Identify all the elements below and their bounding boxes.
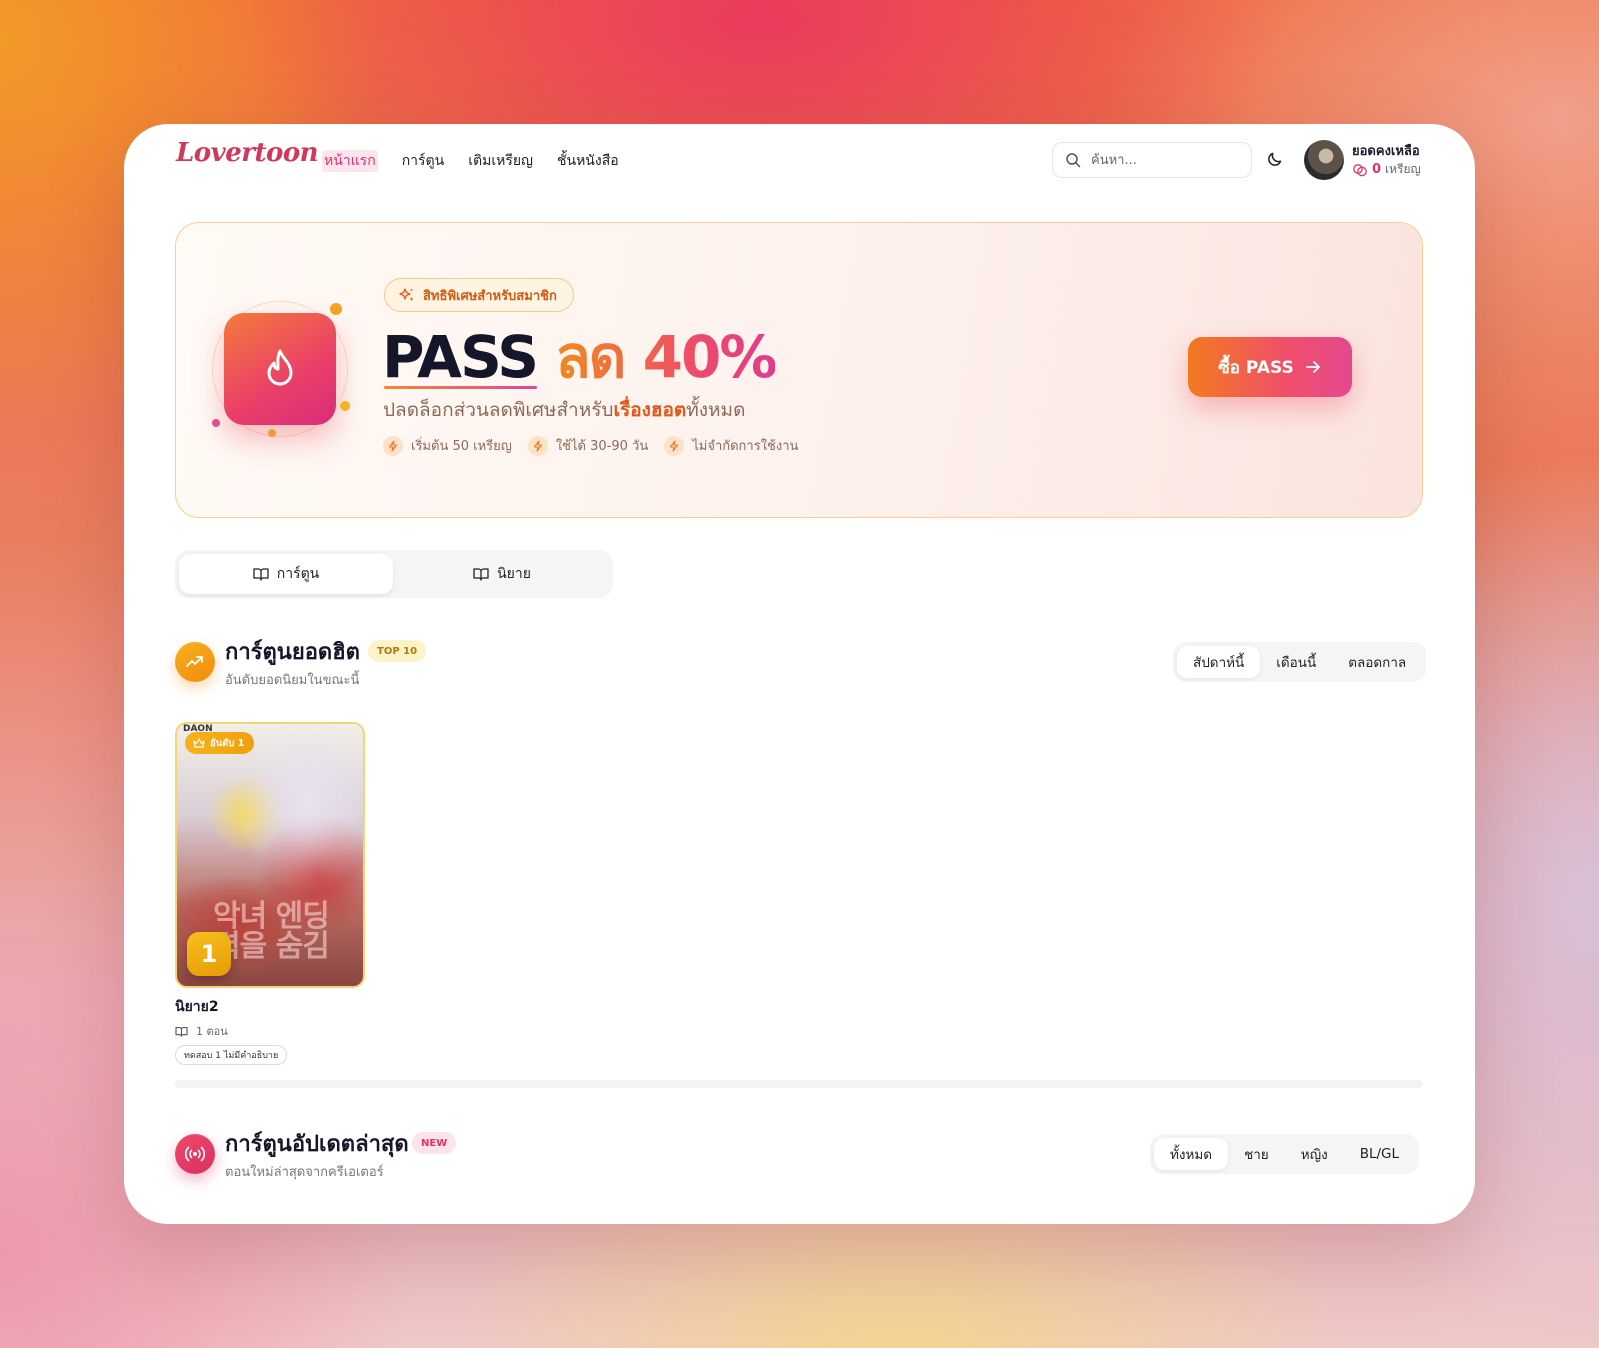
filter-month[interactable]: เดือนนี้ [1260, 646, 1332, 678]
promo-features: เริ่มต้น 50 เหรียญ ใช้ได้ 30-90 วัน ไม่จ… [383, 435, 798, 456]
bolt-icon [383, 435, 403, 456]
feature-label: เริ่มต้น 50 เหรียญ [411, 439, 512, 454]
card-tag[interactable]: ทดสอบ 1 ไม่มีคำอธิบาย [175, 1045, 288, 1065]
subline-highlight: เรื่องฮอต [613, 399, 687, 421]
bolt-icon [664, 435, 685, 456]
comic-card-cover[interactable]: DAON อันดับ 1 악녀 엔딩 력을 숨김 1 [175, 722, 365, 988]
sparkles-icon [399, 288, 414, 301]
latest-section-title: การ์ตูนอัปเดตล่าสุด [225, 1132, 409, 1157]
search-input[interactable] [1091, 152, 1231, 168]
search-box[interactable] [1052, 142, 1252, 178]
arrow-right-icon [1305, 361, 1320, 373]
pass-promo-banner: สิทธิพิเศษสำหรับสมาชิก PASS ลด 40% ปลดล็… [175, 222, 1423, 518]
search-icon [1066, 153, 1081, 168]
member-privilege-label: สิทธิพิเศษสำหรับสมาชิก [423, 288, 557, 304]
feature-item: ไม่จำกัดการใช้งาน [664, 435, 798, 456]
decor-dot [330, 303, 342, 315]
logo-text: Lovertoon [176, 138, 319, 168]
flame-icon [267, 349, 293, 386]
trending-up-icon [186, 656, 203, 667]
broadcast-icon [184, 1146, 206, 1162]
period-filter: สัปดาห์นี้ เดือนนี้ ตลอดกาล [1173, 642, 1427, 682]
nav-topup[interactable]: เติมเหรียญ [468, 150, 533, 172]
episode-count: 1 ตอน [196, 1025, 228, 1038]
filter-male[interactable]: ชาย [1228, 1138, 1285, 1170]
book-open-icon [473, 568, 489, 581]
filter-week[interactable]: สัปดาห์นี้ [1177, 646, 1261, 678]
rank-number: 1 [187, 932, 231, 976]
trending-badge [175, 642, 215, 682]
section-divider [175, 1080, 1423, 1088]
top-section-subtitle: อันดับยอดนิยมในขณะนี้ [225, 673, 360, 688]
top-header: Lovertoon หน้าแรก การ์ตูน เติมเหรียญ ชั้… [124, 124, 1475, 198]
subline-suffix: ทั้งหมด [686, 399, 746, 421]
headline-discount: ลด 40% [555, 323, 777, 391]
moon-icon[interactable] [1266, 150, 1284, 168]
crown-icon [193, 737, 205, 748]
coins-icon [1353, 163, 1367, 176]
filter-blgl[interactable]: BL/GL [1344, 1138, 1415, 1170]
new-badge: NEW [412, 1132, 457, 1154]
feature-item: ใช้ได้ 30-90 วัน [527, 435, 649, 456]
filter-alltime[interactable]: ตลอดกาล [1332, 646, 1422, 678]
subline-prefix: ปลดล็อกส่วนลดพิเศษสำหรับ [383, 399, 614, 421]
top-section-title: การ์ตูนยอดฮิต [225, 640, 360, 665]
promo-headline: PASS ลด 40% [382, 321, 777, 393]
coin-unit: เหรียญ [1385, 162, 1421, 176]
app-window: Lovertoon หน้าแรก การ์ตูน เติมเหรียญ ชั้… [124, 124, 1475, 1224]
rank-pill: อันดับ 1 [185, 732, 255, 754]
headline-pass: PASS [382, 323, 539, 391]
nav-comics[interactable]: การ์ตูน [402, 150, 445, 172]
feature-item: เริ่มต้น 50 เหรียญ [383, 435, 512, 456]
content-type-tabs: การ์ตูน นิยาย [175, 550, 613, 598]
filter-all[interactable]: ทั้งหมด [1154, 1138, 1229, 1170]
tab-novels-label: นิยาย [497, 566, 531, 582]
book-open-icon [253, 568, 269, 581]
rank-pill-label: อันดับ 1 [210, 737, 245, 749]
latest-section-subtitle: ตอนใหม่ล่าสุดจากครีเอเตอร์ [225, 1165, 384, 1180]
tab-comics-label: การ์ตูน [276, 566, 320, 582]
bolt-icon [527, 435, 548, 456]
feature-label: ใช้ได้ 30-90 วัน [555, 439, 649, 454]
book-open-icon [175, 1026, 188, 1037]
main-nav: หน้าแรก การ์ตูน เติมเหรียญ ชั้นหนังสือ [322, 150, 619, 172]
avatar[interactable] [1304, 140, 1344, 180]
filter-female[interactable]: หญิง [1285, 1138, 1344, 1170]
buy-pass-button[interactable]: ซื้อ PASS [1188, 337, 1352, 397]
decor-dot [212, 419, 220, 427]
nav-home[interactable]: หน้าแรก [322, 150, 378, 172]
coin-amount: 0 [1372, 162, 1382, 177]
top10-badge: TOP 10 [368, 640, 427, 662]
tab-novels[interactable]: นิยาย [395, 554, 609, 594]
decor-dot [268, 429, 276, 437]
logo[interactable]: Lovertoon [176, 138, 319, 168]
promo-subline: ปลดล็อกส่วนลดพิเศษสำหรับเรื่องฮอตทั้งหมด [383, 395, 745, 425]
tab-comics[interactable]: การ์ตูน [179, 554, 393, 594]
broadcast-badge [175, 1134, 215, 1174]
coin-balance: 0 เหรียญ [1352, 160, 1421, 179]
genre-filter: ทั้งหมด ชาย หญิง BL/GL [1150, 1134, 1420, 1174]
flame-badge [224, 313, 336, 425]
buy-pass-label: ซื้อ PASS [1218, 357, 1294, 378]
card-title[interactable]: นิยาย2 [175, 996, 219, 1018]
decor-dot [340, 401, 350, 411]
member-privilege-pill: สิทธิพิเศษสำหรับสมาชิก [384, 278, 574, 312]
nav-bookshelf[interactable]: ชั้นหนังสือ [557, 150, 619, 172]
feature-label: ไม่จำกัดการใช้งาน [692, 439, 799, 454]
card-episodes: 1 ตอน [175, 1022, 228, 1040]
balance-label: ยอดคงเหลือ [1352, 144, 1420, 159]
